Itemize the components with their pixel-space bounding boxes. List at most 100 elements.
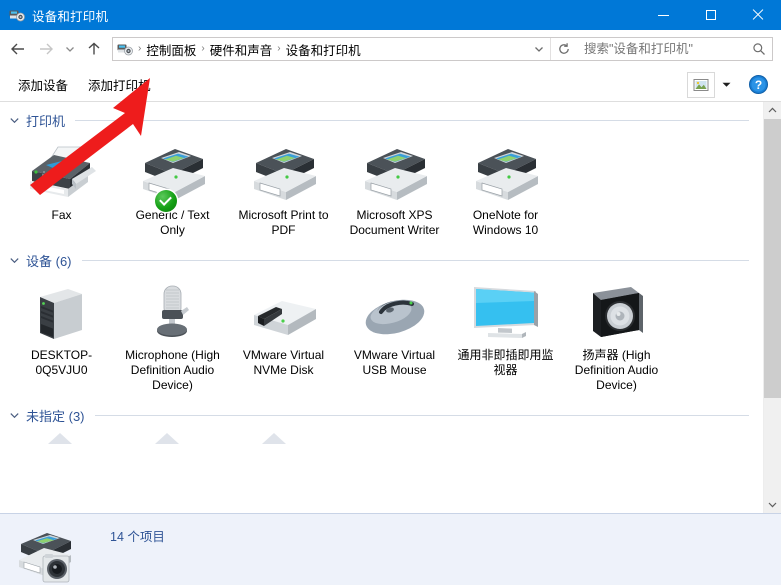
tile-microsoft-xps-document-writer[interactable]: Microsoft XPS Document Writer bbox=[339, 135, 450, 242]
breadcrumb-item-hardware-and-sound[interactable]: 硬件和声音 bbox=[206, 38, 277, 61]
tile-label: Microsoft Print to PDF bbox=[234, 208, 334, 238]
tile-microphone[interactable]: Microphone (High Definition Audio Device… bbox=[117, 275, 228, 397]
minimize-icon bbox=[658, 15, 669, 16]
printer-icon bbox=[468, 141, 544, 203]
view-options-icon bbox=[693, 78, 709, 92]
details-pane: 14 个项目 bbox=[0, 513, 781, 585]
forward-button[interactable] bbox=[32, 34, 60, 64]
group-header-printers[interactable]: 打印机 bbox=[0, 102, 763, 133]
unspecified-item-partial[interactable] bbox=[113, 430, 220, 444]
fax-icon bbox=[24, 141, 100, 203]
tile-speakers[interactable]: 扬声器 (High Definition Audio Device) bbox=[561, 275, 672, 397]
scrollbar-track[interactable] bbox=[764, 119, 781, 496]
group-header-unspecified[interactable]: 未指定 (3) bbox=[0, 397, 763, 428]
chevron-down-icon bbox=[9, 115, 20, 126]
printer-icon bbox=[357, 141, 433, 203]
scroll-up-arrow-icon bbox=[768, 106, 777, 115]
breadcrumb-item-control-panel[interactable]: 控制面板 bbox=[142, 38, 200, 61]
scroll-up-button[interactable] bbox=[764, 102, 781, 119]
tile-microsoft-print-to-pdf[interactable]: Microsoft Print to PDF bbox=[228, 135, 339, 242]
chevron-down-icon bbox=[533, 43, 545, 55]
printer-icon bbox=[135, 141, 211, 203]
up-arrow-icon bbox=[86, 41, 102, 57]
devices-and-printers-icon bbox=[9, 7, 25, 23]
chevron-down-icon bbox=[64, 43, 76, 55]
group-rule bbox=[95, 415, 749, 416]
tile-onenote-for-windows-10[interactable]: OneNote for Windows 10 bbox=[450, 135, 561, 242]
title-bar: 设备和打印机 bbox=[0, 0, 781, 30]
refresh-icon bbox=[557, 42, 571, 56]
chevron-down-icon bbox=[9, 255, 20, 266]
command-bar: 添加设备 添加打印机 ? bbox=[0, 68, 781, 102]
chevron-down-icon bbox=[9, 410, 20, 421]
tile-vmware-virtual-nvme-disk[interactable]: VMware Virtual NVMe Disk bbox=[228, 275, 339, 397]
group-devices: 设备 (6) bbox=[0, 242, 763, 397]
printer-icon bbox=[246, 141, 322, 203]
add-device-button[interactable]: 添加设备 bbox=[8, 70, 78, 99]
refresh-button[interactable] bbox=[550, 38, 577, 60]
forward-arrow-icon bbox=[37, 41, 55, 57]
tile-label: OneNote for Windows 10 bbox=[456, 208, 556, 238]
group-label-devices: 设备 (6) bbox=[26, 251, 72, 270]
tile-vmware-virtual-usb-mouse[interactable]: VMware Virtual USB Mouse bbox=[339, 275, 450, 397]
group-unspecified: 未指定 (3) bbox=[0, 397, 763, 444]
back-button[interactable] bbox=[4, 34, 32, 64]
group-label-unspecified: 未指定 (3) bbox=[26, 406, 85, 425]
recent-locations-button[interactable] bbox=[60, 34, 80, 64]
navigation-bar: › 控制面板 › 硬件和声音 › 设备和打印机 bbox=[0, 30, 781, 68]
item-count-label: 14 个项目 bbox=[110, 522, 165, 545]
scroll-down-arrow-icon bbox=[768, 500, 777, 509]
tile-label: Fax bbox=[51, 208, 71, 223]
view-options-button[interactable] bbox=[687, 72, 715, 98]
address-bar[interactable]: › 控制面板 › 硬件和声音 › 设备和打印机 bbox=[112, 37, 578, 61]
group-label-printers: 打印机 bbox=[26, 111, 65, 130]
address-dropdown-button[interactable] bbox=[528, 38, 550, 60]
minimize-button[interactable] bbox=[640, 0, 687, 30]
group-rule bbox=[82, 260, 749, 261]
address-bar-actions bbox=[528, 38, 577, 60]
search-box[interactable] bbox=[577, 37, 773, 61]
details-pane-spacer bbox=[764, 514, 781, 585]
close-icon bbox=[752, 9, 764, 21]
items-view: 打印机 bbox=[0, 102, 763, 513]
command-bar-right: ? bbox=[687, 72, 773, 98]
add-printer-button[interactable]: 添加打印机 bbox=[78, 70, 161, 99]
disk-icon bbox=[246, 281, 322, 343]
group-header-devices[interactable]: 设备 (6) bbox=[0, 242, 763, 273]
tile-label: DESKTOP-0Q5VJU0 bbox=[12, 348, 112, 378]
vertical-scrollbar[interactable] bbox=[763, 102, 781, 513]
unspecified-item-partial[interactable] bbox=[6, 430, 113, 444]
tile-label: Microsoft XPS Document Writer bbox=[345, 208, 445, 238]
computer-icon bbox=[24, 281, 100, 343]
scroll-down-button[interactable] bbox=[764, 496, 781, 513]
mouse-icon bbox=[357, 281, 433, 343]
help-button[interactable]: ? bbox=[743, 73, 773, 97]
title-bar-left: 设备和打印机 bbox=[0, 6, 108, 25]
group-rule bbox=[75, 120, 749, 121]
close-button[interactable] bbox=[734, 0, 781, 30]
view-options-dropdown[interactable] bbox=[717, 73, 735, 97]
search-input[interactable] bbox=[577, 41, 746, 57]
tile-generic-pnp-monitor[interactable]: 通用非即插即用监视器 bbox=[450, 275, 561, 397]
group-printers: 打印机 bbox=[0, 102, 763, 242]
window-title: 设备和打印机 bbox=[32, 6, 108, 25]
tile-desktop-computer[interactable]: DESKTOP-0Q5VJU0 bbox=[6, 275, 117, 397]
microphone-icon bbox=[135, 281, 211, 343]
breadcrumb-item-devices-and-printers[interactable]: 设备和打印机 bbox=[282, 38, 365, 61]
tile-label: Microphone (High Definition Audio Device… bbox=[123, 348, 223, 393]
device-icon-partial bbox=[30, 430, 90, 444]
device-tiles: DESKTOP-0Q5VJU0 bbox=[0, 273, 763, 397]
svg-text:?: ? bbox=[754, 78, 761, 92]
tile-generic-text-only[interactable]: Generic / Text Only bbox=[117, 135, 228, 242]
search-icon[interactable] bbox=[746, 42, 772, 56]
up-button[interactable] bbox=[80, 34, 108, 64]
content-area: 打印机 bbox=[0, 102, 781, 513]
monitor-icon bbox=[468, 281, 544, 343]
tile-label: 通用非即插即用监视器 bbox=[456, 348, 556, 378]
scrollbar-thumb[interactable] bbox=[764, 119, 781, 398]
unspecified-item-partial[interactable] bbox=[220, 430, 327, 444]
maximize-button[interactable] bbox=[687, 0, 734, 30]
tile-label: VMware Virtual NVMe Disk bbox=[234, 348, 334, 378]
speaker-icon bbox=[579, 281, 655, 343]
tile-fax[interactable]: Fax bbox=[6, 135, 117, 242]
